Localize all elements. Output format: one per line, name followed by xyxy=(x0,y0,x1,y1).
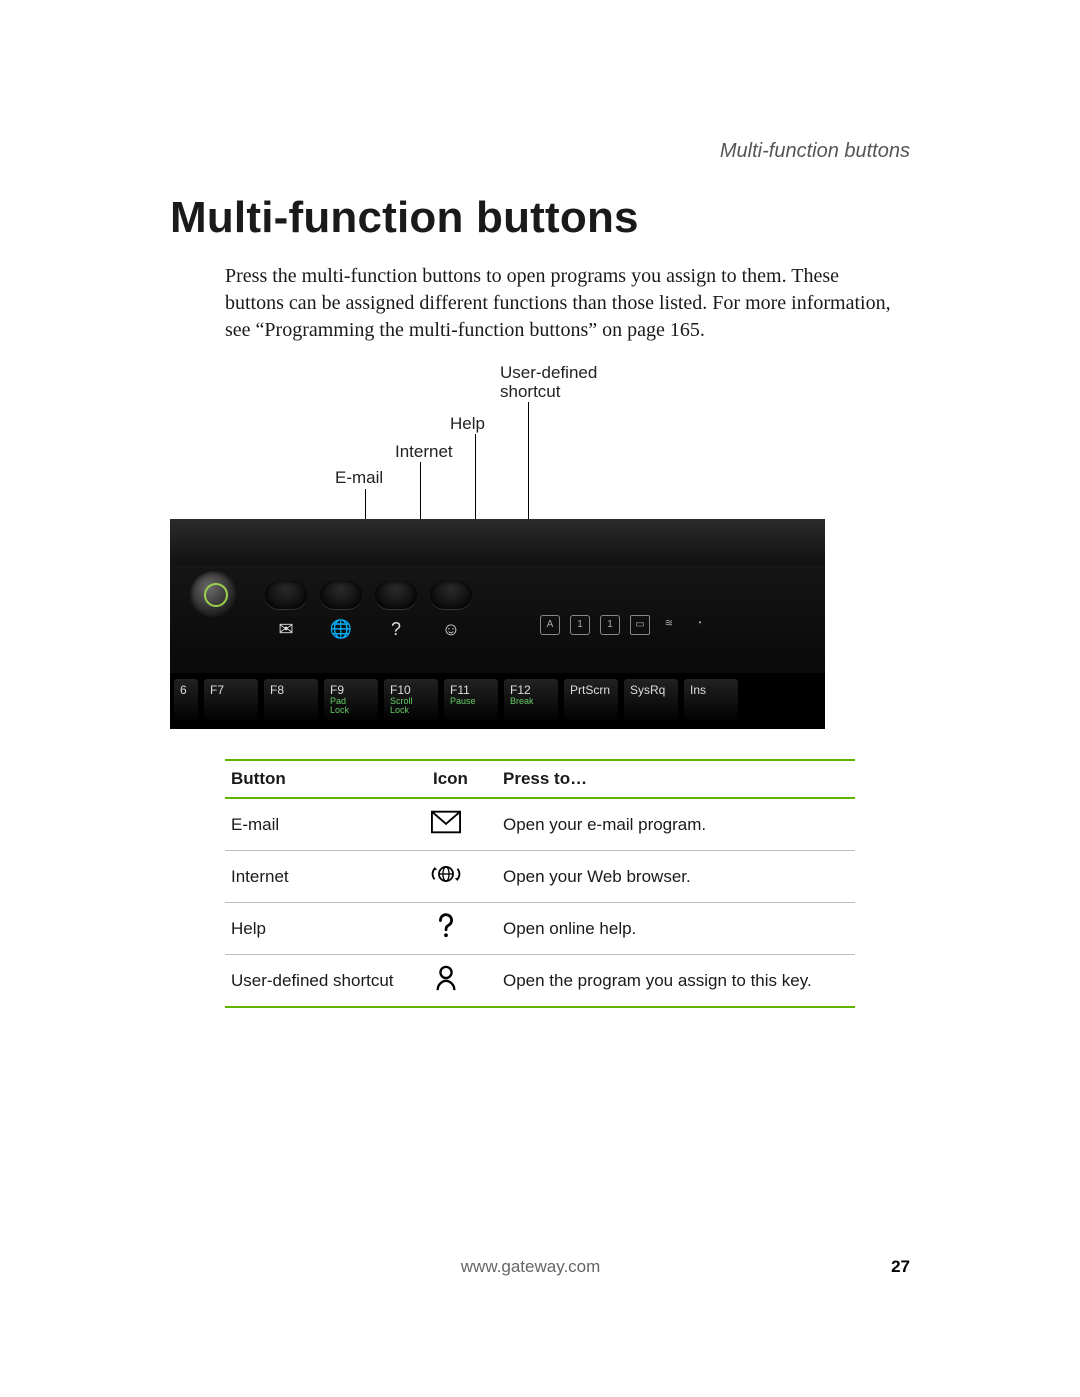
help-icon: ? xyxy=(375,619,417,640)
key-f10: F10ScrollLock xyxy=(384,679,438,723)
globe-icon xyxy=(427,851,497,903)
table-row: User-defined shortcut Open the program y… xyxy=(225,955,855,1008)
power-button-icon xyxy=(190,571,238,619)
annotation-label-help: Help xyxy=(450,414,485,434)
indicator-icon: ▭ xyxy=(630,615,650,635)
keyboard-annotated-figure: User-defined shortcut Help Internet E-ma… xyxy=(225,364,825,729)
page-footer: www.gateway.com 27 xyxy=(170,1257,910,1277)
col-button: Button xyxy=(225,760,427,798)
annotation-label-user-defined: User-defined shortcut xyxy=(500,364,620,401)
running-head: Multi-function buttons xyxy=(170,140,910,163)
key-f7: F7 xyxy=(204,679,258,723)
indicator-icon: ≋ xyxy=(660,615,678,633)
cell-button: Internet xyxy=(225,851,427,903)
cell-button: User-defined shortcut xyxy=(225,955,427,1008)
cell-press: Open the program you assign to this key. xyxy=(497,955,855,1008)
cell-button: E-mail xyxy=(225,798,427,851)
user-icon xyxy=(427,955,497,1008)
page-title: Multi-function buttons xyxy=(170,193,910,243)
mf-button-help xyxy=(375,581,417,609)
indicator-icon: A xyxy=(540,615,560,635)
indicator-icon: 1 xyxy=(600,615,620,635)
globe-icon: 🌐 xyxy=(320,619,362,640)
key-f12: F12Break xyxy=(504,679,558,723)
page-number: 27 xyxy=(891,1257,910,1277)
key-prtscrn: PrtScrn xyxy=(564,679,618,723)
button-table: Button Icon Press to… E-mail Open your e… xyxy=(225,759,855,1008)
help-icon xyxy=(427,903,497,955)
key-f8: F8 xyxy=(264,679,318,723)
page-body: Multi-function buttons Multi-function bu… xyxy=(170,140,910,1008)
col-press: Press to… xyxy=(497,760,855,798)
table-row: Help Open online help. xyxy=(225,903,855,955)
indicator-icon: ◔ xyxy=(690,615,708,633)
mf-button-email xyxy=(265,581,307,609)
key-f11: F11Pause xyxy=(444,679,498,723)
cell-press: Open your e-mail program. xyxy=(497,798,855,851)
col-icon: Icon xyxy=(427,760,497,798)
cell-press: Open online help. xyxy=(497,903,855,955)
user-icon: ☺ xyxy=(430,619,472,640)
intro-paragraph: Press the multi-function buttons to open… xyxy=(225,263,900,344)
mf-button-internet xyxy=(320,581,362,609)
annotation-label-email: E-mail xyxy=(335,468,383,488)
cell-button: Help xyxy=(225,903,427,955)
mf-button-user xyxy=(430,581,472,609)
keyboard-fn-row: 6 F7 F8 F9PadLock F10ScrollLock F11Pause… xyxy=(170,673,825,729)
annotation-label-internet: Internet xyxy=(395,442,453,462)
key-sysrq: SysRq xyxy=(624,679,678,723)
mail-icon xyxy=(427,798,497,851)
keyboard-photo: ✉ 🌐 ? ☺ A 1 1 ▭ ≋ ◔ 6 F7 F8 F9PadLock F1… xyxy=(170,519,825,729)
key-f9: F9PadLock xyxy=(324,679,378,723)
indicator-icon: 1 xyxy=(570,615,590,635)
key-ins: Ins xyxy=(684,679,738,723)
mail-icon: ✉ xyxy=(265,619,307,640)
table-row: Internet Open your Web browser. xyxy=(225,851,855,903)
footer-url: www.gateway.com xyxy=(170,1257,891,1277)
table-header-row: Button Icon Press to… xyxy=(225,760,855,798)
key-6: 6 xyxy=(174,679,198,723)
table-row: E-mail Open your e-mail program. xyxy=(225,798,855,851)
cell-press: Open your Web browser. xyxy=(497,851,855,903)
